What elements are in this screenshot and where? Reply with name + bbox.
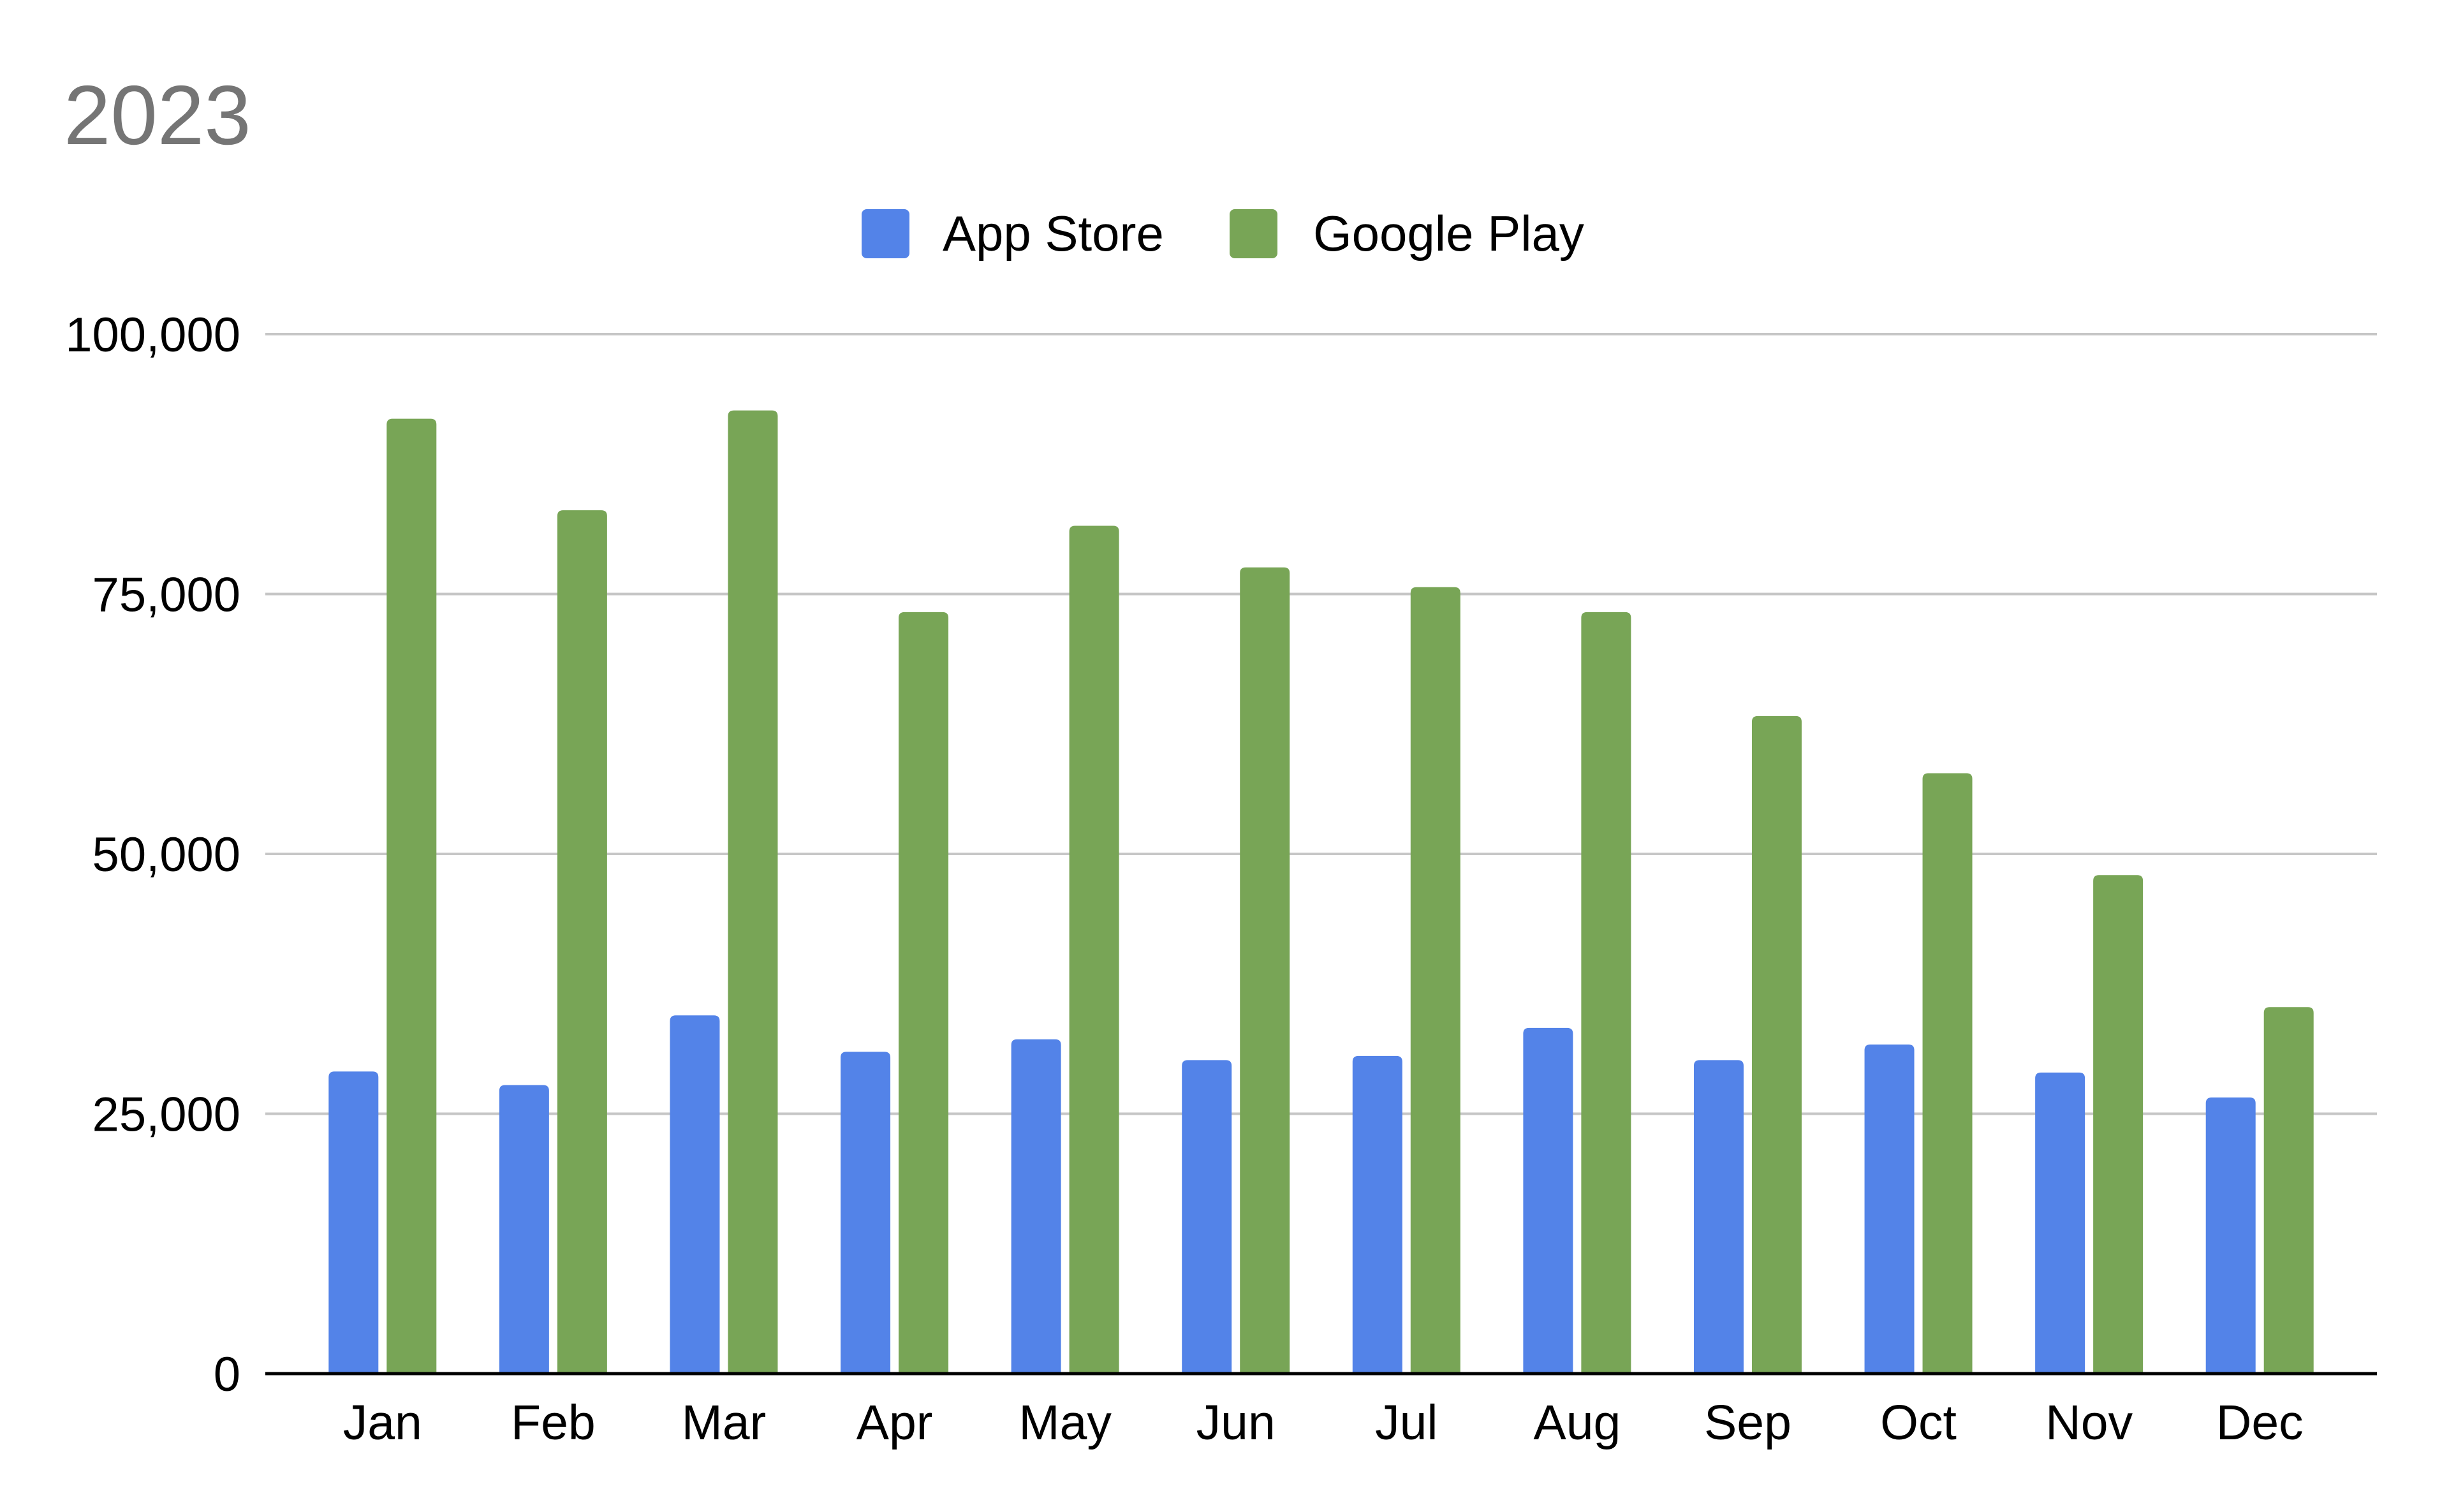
bar-group-sep: App Store Sep: 30,100Google Play Sep: 63…: [1693, 716, 1802, 1374]
x-tick-label: Jun: [1196, 1395, 1276, 1450]
x-tick-label: Nov: [2045, 1395, 2133, 1450]
bar-app-store-aug: App Store Aug: 33,200: [1523, 1027, 1573, 1374]
bar-group-aug: App Store Aug: 33,200Google Play Aug: 73…: [1523, 612, 1631, 1374]
bar-group-apr: App Store Apr: 30,900Google Play Apr: 73…: [841, 612, 949, 1374]
y-tick-label: 0: [214, 1347, 240, 1402]
bar-google-play-may: Google Play May: 81,500: [1069, 525, 1119, 1374]
legend-swatch: [1230, 209, 1277, 258]
bar-google-play-aug: Google Play Aug: 73,200: [1581, 612, 1631, 1374]
bar-app-store-may: App Store May: 32,100: [1011, 1039, 1061, 1374]
bar-group-dec: App Store Dec: 26,500Google Play Dec: 35…: [2205, 1007, 2314, 1374]
bar-group-jun: App Store Jun: 30,100Google Play Jun: 77…: [1182, 567, 1290, 1374]
y-tick-label: 50,000: [92, 828, 240, 882]
bar-google-play-oct: Google Play Oct: 57,700: [1922, 773, 1973, 1374]
legend-label: App Store: [943, 205, 1164, 261]
legend-item-app-store[interactable]: App Store: [862, 205, 1164, 261]
bar-google-play-jul: Google Play Jul: 75,600: [1410, 587, 1460, 1374]
bar-google-play-jun: Google Play Jun: 77,500: [1240, 567, 1290, 1374]
x-tick-label: Aug: [1533, 1395, 1621, 1450]
x-tick-label: Dec: [2216, 1395, 2304, 1450]
x-tick-label: Feb: [511, 1395, 596, 1450]
y-axis-labels: 0 25,000 50,000 75,000 100,000: [65, 308, 240, 1402]
bar-app-store-jan: App Store Jan: 29,000: [328, 1071, 379, 1374]
x-tick-label: Apr: [857, 1395, 933, 1450]
bar-app-store-dec: App Store Dec: 26,500: [2205, 1097, 2256, 1374]
x-tick-label: Sep: [1704, 1395, 1791, 1450]
bar-chart: 2023 App Store Google Play 0 25,000 50,000 7…: [64, 68, 2377, 1450]
bar-google-play-mar: Google Play Mar: 92,600: [728, 410, 778, 1374]
bar-google-play-dec: Google Play Dec: 35,200: [2263, 1007, 2314, 1374]
x-tick-label: Jul: [1375, 1395, 1438, 1450]
bar-group-jul: App Store Jul: 30,500Google Play Jul: 75…: [1352, 587, 1460, 1374]
bar-app-store-jun: App Store Jun: 30,100: [1182, 1060, 1232, 1374]
x-tick-label: May: [1019, 1395, 1112, 1450]
bar-app-store-feb: App Store Feb: 27,700: [499, 1085, 549, 1374]
chart-container: 2023 App Store Google Play 0 25,000 50,000 7…: [0, 0, 2449, 1512]
bar-group-oct: App Store Oct: 31,600Google Play Oct: 57…: [1864, 773, 1973, 1374]
bar-app-store-oct: App Store Oct: 31,600: [1864, 1044, 1915, 1374]
bar-app-store-nov: App Store Nov: 28,900: [2035, 1072, 2085, 1374]
bar-app-store-sep: App Store Sep: 30,100: [1693, 1060, 1744, 1374]
legend: App Store Google Play: [862, 205, 1584, 261]
legend-item-google-play[interactable]: Google Play: [1230, 205, 1584, 261]
bar-group-nov: App Store Nov: 28,900Google Play Nov: 47…: [2035, 875, 2144, 1374]
bar-google-play-apr: Google Play Apr: 73,200: [899, 612, 949, 1374]
y-tick-label: 100,000: [65, 308, 240, 362]
bar-group-feb: App Store Feb: 27,700Google Play Feb: 83…: [499, 510, 607, 1374]
bar-app-store-jul: App Store Jul: 30,500: [1352, 1055, 1402, 1374]
bar-google-play-sep: Google Play Sep: 63,200: [1751, 716, 1802, 1374]
chart-title: 2023: [64, 68, 251, 162]
x-tick-label: Oct: [1880, 1395, 1957, 1450]
bar-google-play-feb: Google Play Feb: 83,000: [557, 510, 607, 1374]
bars: App Store Jan: 29,000Google Play Jan: 91…: [328, 410, 2314, 1374]
bar-group-may: App Store May: 32,100Google Play May: 81…: [1011, 525, 1119, 1374]
x-tick-label: Jan: [343, 1395, 422, 1450]
y-tick-label: 25,000: [92, 1088, 240, 1142]
bar-group-jan: App Store Jan: 29,000Google Play Jan: 91…: [328, 418, 437, 1374]
bar-group-mar: App Store Mar: 34,400Google Play Mar: 92…: [670, 410, 778, 1374]
x-tick-label: Mar: [682, 1395, 767, 1450]
bar-google-play-nov: Google Play Nov: 47,900: [2093, 875, 2144, 1374]
bar-app-store-mar: App Store Mar: 34,400: [670, 1015, 720, 1374]
legend-label: Google Play: [1313, 205, 1584, 261]
x-axis-labels: Jan Feb Mar Apr May Jun Jul Aug Sep Oct Nov Dec: [343, 1395, 2304, 1450]
bar-google-play-jan: Google Play Jan: 91,800: [386, 418, 437, 1374]
y-tick-label: 75,000: [92, 568, 240, 622]
legend-swatch: [862, 209, 909, 258]
bar-app-store-apr: App Store Apr: 30,900: [841, 1052, 891, 1374]
